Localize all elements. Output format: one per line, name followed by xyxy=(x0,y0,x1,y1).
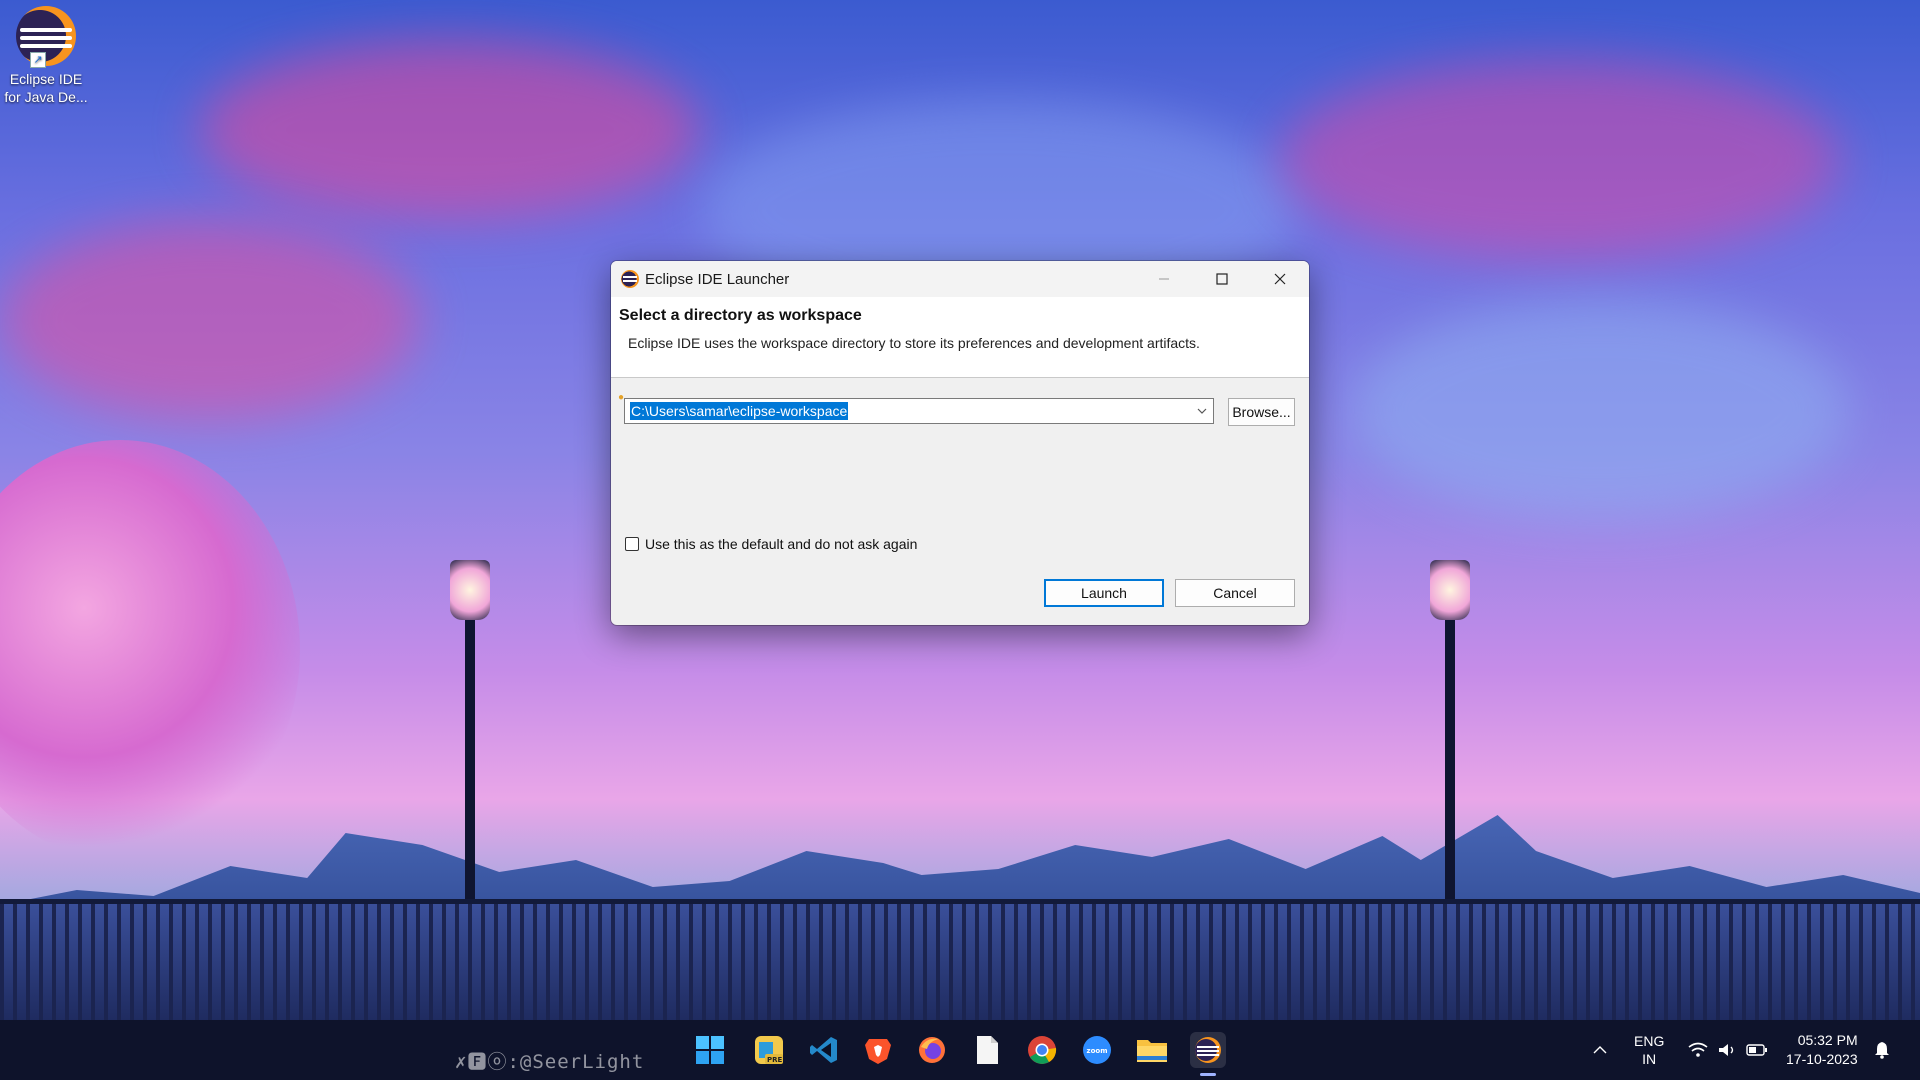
cancel-button[interactable]: Cancel xyxy=(1175,579,1295,607)
notifications-button[interactable] xyxy=(1874,1020,1890,1080)
dialog-description: Eclipse IDE uses the workspace directory… xyxy=(628,335,1200,351)
eclipse-icon xyxy=(1195,1037,1221,1063)
default-workspace-option[interactable]: Use this as the default and do not ask a… xyxy=(625,536,917,552)
system-status-group[interactable] xyxy=(1688,1020,1768,1080)
language-indicator[interactable]: ENG IN xyxy=(1634,1020,1664,1080)
shortcut-label-line1: Eclipse IDE xyxy=(9,71,83,87)
folder-icon xyxy=(1137,1040,1167,1062)
shortcut-label-line2: for Java De... xyxy=(4,89,88,105)
bell-icon xyxy=(1875,1042,1889,1059)
windows-icon xyxy=(696,1036,724,1064)
close-icon xyxy=(1274,273,1286,285)
brave-icon xyxy=(865,1039,891,1064)
svg-text:PRE: PRE xyxy=(767,1056,783,1064)
browse-button[interactable]: Browse... xyxy=(1228,398,1295,426)
taskbar-eclipse[interactable] xyxy=(1190,1032,1226,1068)
vscode-icon xyxy=(810,1037,837,1063)
default-checkbox-label: Use this as the default and do not ask a… xyxy=(645,536,918,552)
volume-icon xyxy=(1719,1044,1734,1056)
file-icon xyxy=(977,1036,998,1064)
clock[interactable]: 05:32 PM 17-10-2023 xyxy=(1786,1020,1858,1080)
close-button[interactable] xyxy=(1251,261,1309,297)
taskbar-chrome[interactable] xyxy=(1024,1032,1060,1068)
default-checkbox[interactable] xyxy=(625,537,639,551)
clock-date: 17-10-2023 xyxy=(1786,1051,1858,1067)
taskbar-notepad[interactable] xyxy=(969,1032,1005,1068)
desktop-shortcut-eclipse[interactable]: ↗ Eclipse IDE for Java De... xyxy=(2,6,90,106)
eclipse-icon: ↗ xyxy=(16,6,76,68)
show-hidden-icons-button[interactable] xyxy=(1592,1020,1608,1080)
active-app-indicator xyxy=(1200,1073,1216,1076)
taskbar-file-explorer[interactable] xyxy=(1134,1032,1170,1068)
minimize-icon xyxy=(1159,278,1169,280)
window-title: Eclipse IDE Launcher xyxy=(645,270,790,288)
launch-button[interactable]: Launch xyxy=(1044,579,1164,607)
workspace-combo[interactable]: C:\Users\samar\eclipse-workspace xyxy=(624,398,1214,424)
taskbar-start-button[interactable] xyxy=(692,1032,728,1068)
pdf-app-icon: PRE xyxy=(755,1036,783,1064)
chrome-icon xyxy=(1028,1036,1057,1064)
minimize-button[interactable] xyxy=(1135,261,1193,297)
battery-icon xyxy=(1746,1044,1767,1056)
taskbar-firefox[interactable] xyxy=(914,1032,950,1068)
workspace-path-value[interactable]: C:\Users\samar\eclipse-workspace xyxy=(630,402,849,420)
taskbar: ✗🅵ⓞ:@SeerLight PRE zoom ENG IN 05:32 PM … xyxy=(0,1020,1920,1080)
dialog-header: Select a directory as workspace Eclipse … xyxy=(611,297,1309,378)
taskbar-brave[interactable] xyxy=(860,1032,896,1068)
wallpaper-watermark: ✗🅵ⓞ:@SeerLight xyxy=(455,1051,645,1073)
language-code: ENG xyxy=(1634,1033,1665,1049)
shortcut-arrow-icon: ↗ xyxy=(30,52,46,68)
maximize-button[interactable] xyxy=(1193,261,1251,297)
chevron-down-icon[interactable] xyxy=(1195,405,1209,417)
launcher-dialog: Eclipse IDE Launcher Select a directory … xyxy=(611,261,1309,625)
dialog-body: ● C:\Users\samar\eclipse-workspace Brows… xyxy=(611,378,1309,625)
dialog-heading: Select a directory as workspace xyxy=(619,307,862,324)
svg-text:zoom: zoom xyxy=(1087,1047,1108,1055)
title-bar[interactable]: Eclipse IDE Launcher xyxy=(611,261,1309,297)
eclipse-icon xyxy=(621,270,639,288)
taskbar-zoom[interactable]: zoom xyxy=(1079,1032,1115,1068)
chevron-up-icon xyxy=(1593,1046,1607,1054)
maximize-icon xyxy=(1216,273,1228,285)
clock-time: 05:32 PM xyxy=(1797,1032,1858,1048)
firefox-icon xyxy=(919,1037,945,1063)
region-code: IN xyxy=(1642,1051,1657,1067)
zoom-icon: zoom xyxy=(1083,1036,1111,1064)
wifi-icon xyxy=(1688,1042,1708,1057)
taskbar-vscode[interactable] xyxy=(806,1032,842,1068)
taskbar-pdf-app[interactable]: PRE xyxy=(751,1032,787,1068)
